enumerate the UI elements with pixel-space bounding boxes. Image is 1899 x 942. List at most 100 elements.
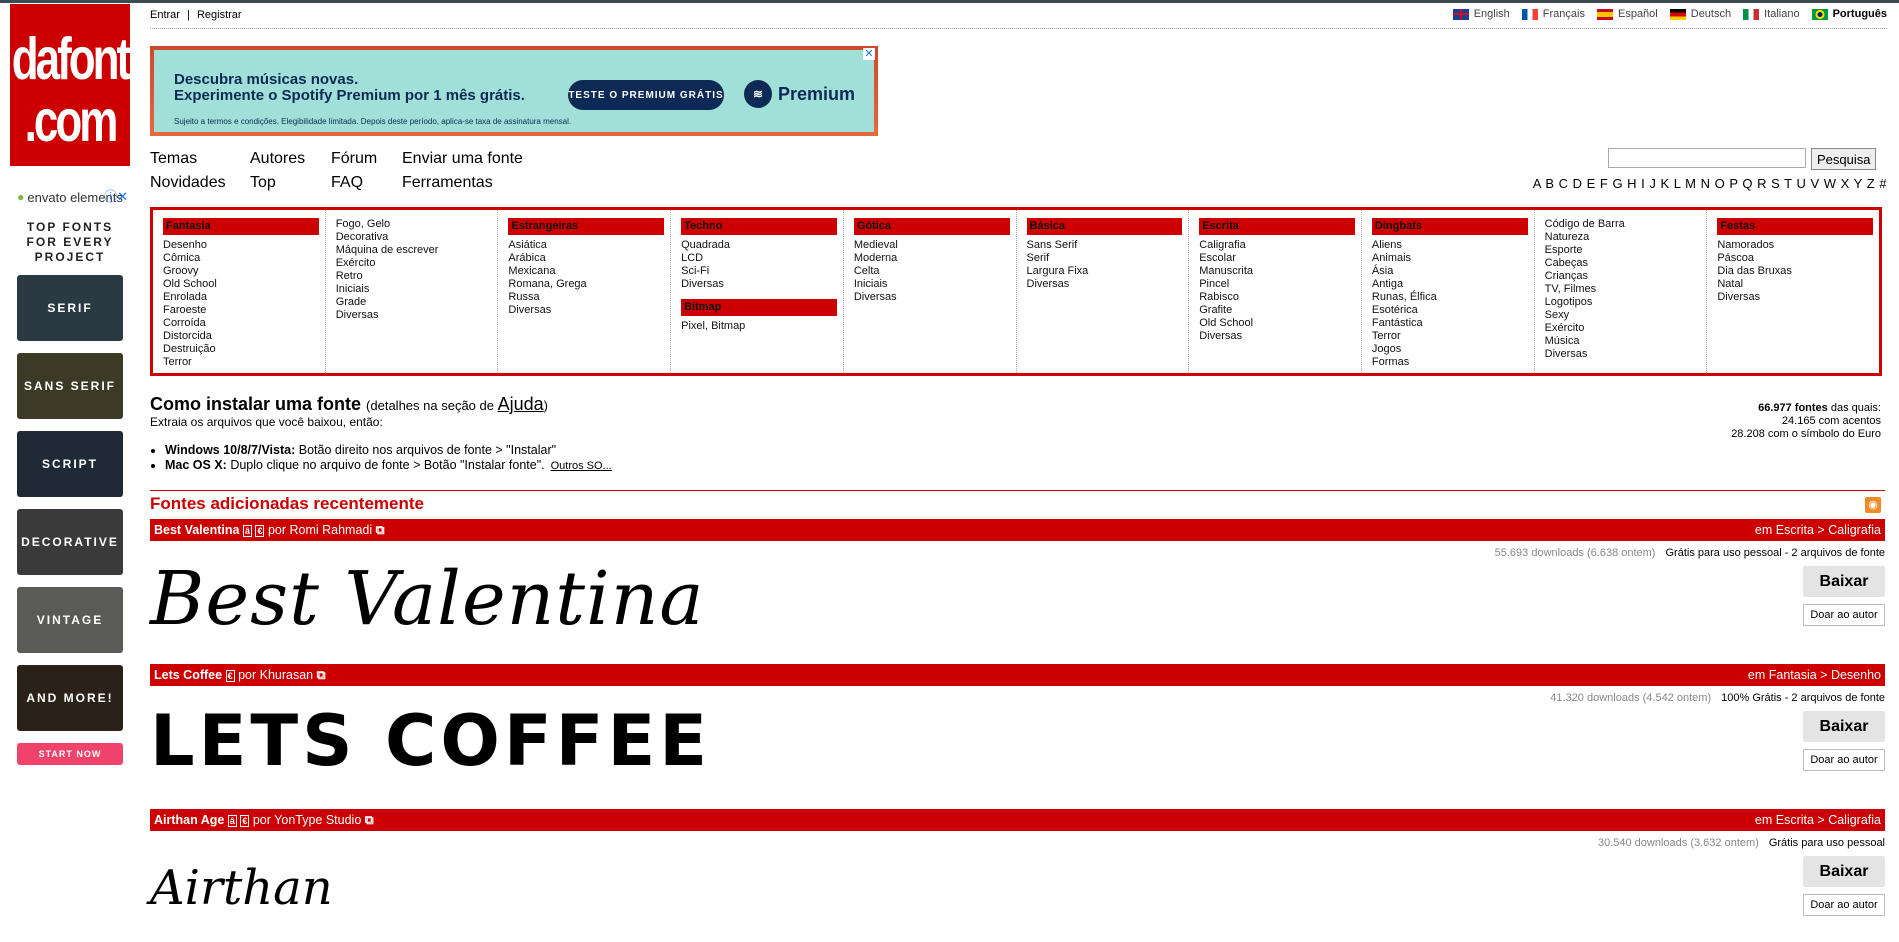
ad-close-icon[interactable]: ⓘ✕	[104, 186, 128, 205]
category-link[interactable]: Ásia	[1372, 265, 1528, 278]
category-link[interactable]: Cabeças	[1545, 257, 1701, 270]
category-title[interactable]: Básica	[1026, 218, 1183, 235]
category-link[interactable]: Largura Fixa	[1027, 265, 1183, 278]
category-link[interactable]: Runas, Élfica	[1372, 291, 1528, 304]
category-link[interactable]: Formas	[1372, 356, 1528, 369]
nav-themes[interactable]: Temas	[150, 149, 250, 169]
site-logo[interactable]: dafont .com	[10, 4, 131, 166]
spotify-banner-ad[interactable]: Descubra músicas novas. Experimente o Sp…	[150, 46, 878, 136]
nav-top[interactable]: Top	[250, 173, 331, 193]
external-link-icon[interactable]: ⧉	[317, 668, 326, 682]
tile-and-more[interactable]: AND MORE!	[17, 665, 123, 731]
tile-sans-serif[interactable]: SANS SERIF	[17, 353, 123, 419]
category-link[interactable]: Old School	[1199, 317, 1355, 330]
category-link[interactable]: Namorados	[1717, 239, 1873, 252]
category-link[interactable]: Grafite	[1199, 304, 1355, 317]
category-link[interactable]: Logotipos	[1545, 296, 1701, 309]
lang-italian[interactable]: Italiano	[1743, 8, 1800, 20]
category-link[interactable]: Romana, Grega	[508, 278, 664, 291]
category-link[interactable]: Faroeste	[163, 304, 319, 317]
lang-german[interactable]: Deutsch	[1669, 8, 1731, 20]
lang-spanish[interactable]: Español	[1596, 8, 1658, 20]
category-link[interactable]: Exército	[336, 257, 492, 270]
category-title[interactable]: Dingbats	[1371, 218, 1528, 235]
donate-button[interactable]: Doar ao autor	[1803, 749, 1885, 771]
category-link[interactable]: Rabisco	[1199, 291, 1355, 304]
category-link[interactable]: Quadrada	[681, 239, 837, 252]
tile-serif[interactable]: SERIF	[17, 275, 123, 341]
alphabet-index[interactable]: A B C D E F G H I J K L M N O P Q R S T …	[1533, 176, 1887, 191]
download-button[interactable]: Baixar	[1803, 566, 1885, 597]
category-link[interactable]: Natureza	[1545, 231, 1701, 244]
download-button[interactable]: Baixar	[1803, 856, 1885, 887]
category-link[interactable]: Diversas	[1199, 330, 1355, 343]
category-link[interactable]: Fogo, Gelo	[336, 218, 492, 231]
category-link[interactable]: Sexy	[1545, 309, 1701, 322]
rss-icon[interactable]: ◉	[1865, 497, 1881, 513]
category-link[interactable]: Pincel	[1199, 278, 1355, 291]
font-preview[interactable]: Airthan	[150, 860, 333, 916]
category-title[interactable]: Festas	[1717, 218, 1874, 235]
nav-submit[interactable]: Enviar uma fonte	[402, 149, 552, 169]
tile-decorative[interactable]: DECORATIVE	[17, 509, 123, 575]
category-link[interactable]: Corroída	[163, 317, 319, 330]
lang-english[interactable]: English	[1452, 8, 1510, 20]
category-link[interactable]: Asiática	[508, 239, 664, 252]
font-preview[interactable]: LETS COFFEE	[150, 700, 711, 782]
premium-trial-button[interactable]: TESTE O PREMIUM GRÁTIS	[568, 80, 724, 110]
font-category-link[interactable]: em Fantasia > Desenho	[1748, 668, 1881, 682]
font-preview[interactable]: Best Valentina	[150, 556, 704, 642]
font-author-link[interactable]: por Khurasan	[238, 668, 313, 682]
category-link[interactable]: Terror	[1372, 330, 1528, 343]
donate-button[interactable]: Doar ao autor	[1803, 894, 1885, 916]
category-link[interactable]: Enrolada	[163, 291, 319, 304]
category-link[interactable]: Código de Barra	[1545, 218, 1701, 231]
help-link[interactable]: Ajuda	[498, 394, 544, 414]
category-link[interactable]: Diversas	[681, 278, 837, 291]
font-category-link[interactable]: em Escrita > Caligrafia	[1755, 813, 1881, 827]
category-link[interactable]: Moderna	[854, 252, 1010, 265]
category-link[interactable]: Serif	[1027, 252, 1183, 265]
category-link[interactable]: Páscoa	[1717, 252, 1873, 265]
category-link[interactable]: Sci-Fi	[681, 265, 837, 278]
start-now-button[interactable]: START NOW	[17, 743, 123, 765]
side-ad[interactable]: ● envato elements ⓘ✕ TOP FONTS FOR EVERY…	[10, 186, 130, 786]
category-link[interactable]: Decorativa	[336, 231, 492, 244]
nav-forum[interactable]: Fórum	[331, 149, 402, 169]
category-link[interactable]: Diversas	[336, 309, 492, 322]
category-link[interactable]: Escolar	[1199, 252, 1355, 265]
category-title[interactable]: Estrangeiras	[508, 218, 665, 235]
category-link[interactable]: Diversas	[1027, 278, 1183, 291]
search-input[interactable]	[1608, 148, 1806, 168]
category-link[interactable]: Arábica	[508, 252, 664, 265]
font-name-link[interactable]: Airthan Age	[154, 813, 224, 827]
category-link[interactable]: Diversas	[854, 291, 1010, 304]
tile-script[interactable]: SCRIPT	[17, 431, 123, 497]
category-link[interactable]: Cômica	[163, 252, 319, 265]
category-link[interactable]: Retro	[336, 270, 492, 283]
category-link[interactable]: TV, Filmes	[1545, 283, 1701, 296]
banner-close-icon[interactable]: ✕	[863, 48, 875, 60]
nav-tools[interactable]: Ferramentas	[402, 173, 552, 193]
external-link-icon[interactable]: ⧉	[365, 813, 374, 827]
category-link[interactable]: Jogos	[1372, 343, 1528, 356]
category-link[interactable]: Grade	[336, 296, 492, 309]
category-link[interactable]: Antiga	[1372, 278, 1528, 291]
font-name-link[interactable]: Lets Coffee	[154, 668, 222, 682]
category-link[interactable]: Diversas	[508, 304, 664, 317]
register-link[interactable]: Registrar	[197, 9, 242, 21]
category-link[interactable]: Caligrafia	[1199, 239, 1355, 252]
nav-faq[interactable]: FAQ	[331, 173, 402, 193]
category-link[interactable]: Crianças	[1545, 270, 1701, 283]
category-link[interactable]: Terror	[163, 356, 319, 369]
other-os-link[interactable]: Outros SO...	[551, 460, 612, 472]
category-link[interactable]: Desenho	[163, 239, 319, 252]
category-link[interactable]: Exército	[1545, 322, 1701, 335]
category-link[interactable]: Diversas	[1545, 348, 1701, 361]
nav-authors[interactable]: Autores	[250, 149, 331, 169]
donate-button[interactable]: Doar ao autor	[1803, 604, 1885, 626]
category-link[interactable]: Manuscrita	[1199, 265, 1355, 278]
category-link[interactable]: Esporte	[1545, 244, 1701, 257]
category-link[interactable]: LCD	[681, 252, 837, 265]
tile-vintage[interactable]: VINTAGE	[17, 587, 123, 653]
